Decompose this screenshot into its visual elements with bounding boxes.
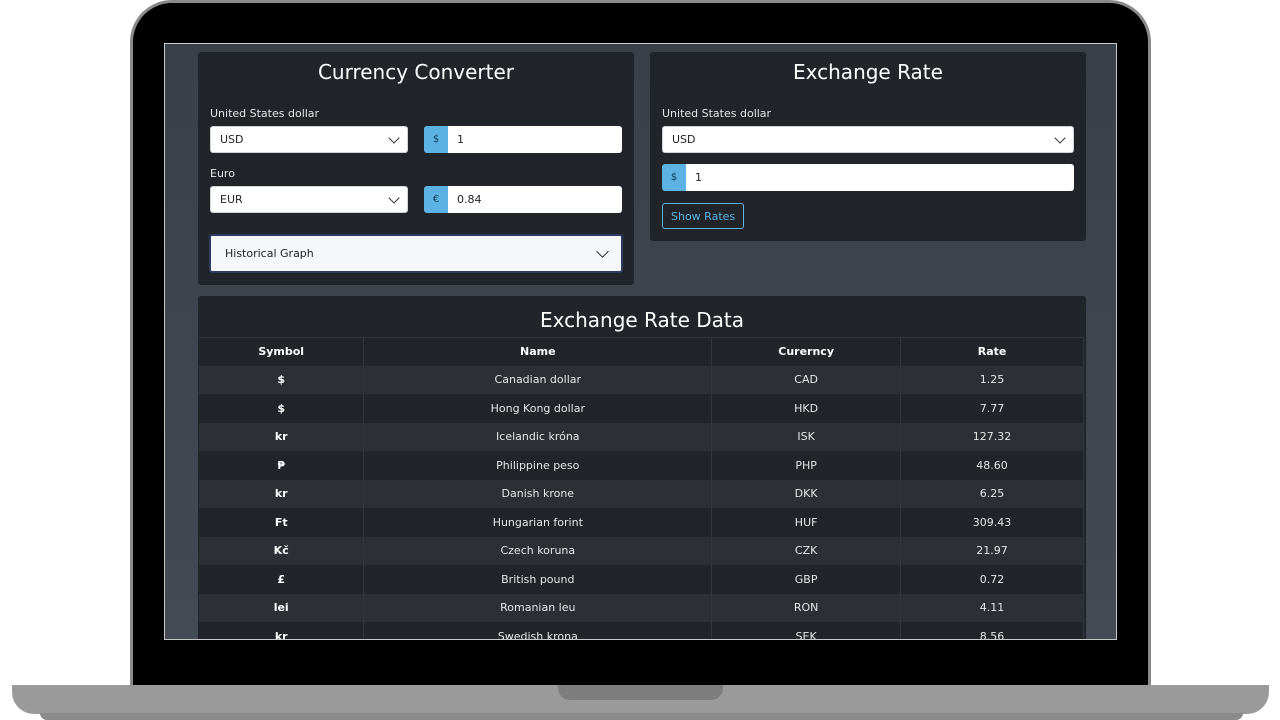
cell-currency: SEK <box>711 622 902 639</box>
show-rates-button[interactable]: Show Rates <box>662 203 745 229</box>
dollar-symbol-addon: $ <box>424 126 448 153</box>
cell-name: British pound <box>363 565 713 594</box>
chevron-down-icon <box>388 131 400 144</box>
cell-rate: 6.25 <box>900 479 1084 508</box>
from-currency-value: USD <box>220 133 244 146</box>
from-currency-select[interactable]: USD <box>210 126 408 153</box>
from-amount-input[interactable]: 1 <box>448 126 622 153</box>
cell-currency: RON <box>711 593 902 622</box>
cell-rate: 7.77 <box>900 394 1084 423</box>
from-currency-label: United States dollar <box>210 107 320 120</box>
to-currency-label: Euro <box>210 167 235 180</box>
base-currency-select[interactable]: USD <box>662 126 1074 153</box>
cell-symbol: kr <box>199 622 365 639</box>
cell-rate: 1.25 <box>900 365 1084 394</box>
cell-symbol: $ <box>199 394 365 423</box>
table-row: kr Swedish krona SEK 8.56 <box>199 622 1084 639</box>
table-row: £ British pound GBP 0.72 <box>199 565 1084 594</box>
cell-rate: 0.72 <box>900 565 1084 594</box>
cell-name: Czech koruna <box>363 536 713 565</box>
to-currency-select[interactable]: EUR <box>210 186 408 213</box>
euro-symbol-addon: € <box>424 186 448 213</box>
cell-symbol: kr <box>199 479 365 508</box>
chevron-down-icon <box>596 245 609 258</box>
cell-rate: 21.97 <box>900 536 1084 565</box>
cell-name: Hong Kong dollar <box>363 394 713 423</box>
table-row: kr Icelandic króna ISK 127.32 <box>199 422 1084 451</box>
laptop-notch <box>558 685 723 700</box>
cell-symbol: $ <box>199 365 365 394</box>
header-rate: Rate <box>900 337 1084 366</box>
cell-symbol: ₱ <box>199 451 365 480</box>
base-currency-label: United States dollar <box>662 107 772 120</box>
table-header-row: Symbol Name Curerncy Rate <box>199 337 1084 366</box>
cell-symbol: Ft <box>199 508 365 537</box>
cell-rate: 309.43 <box>900 508 1084 537</box>
cell-currency: CZK <box>711 536 902 565</box>
cell-name: Danish krone <box>363 479 713 508</box>
header-currency: Curerncy <box>711 337 902 366</box>
cell-rate: 4.11 <box>900 593 1084 622</box>
table-row: kr Danish krone DKK 6.25 <box>199 479 1084 508</box>
cell-currency: HKD <box>711 394 902 423</box>
cell-rate: 127.32 <box>900 422 1084 451</box>
from-amount-group: $ 1 <box>424 126 622 153</box>
exchange-rate-data-title: Exchange Rate Data <box>539 308 745 332</box>
table-row: Ft Hungarian forint HUF 309.43 <box>199 508 1084 537</box>
cell-symbol: £ <box>199 565 365 594</box>
table-row: $ Canadian dollar CAD 1.25 <box>199 365 1084 394</box>
cell-rate: 8.56 <box>900 622 1084 639</box>
base-amount-input[interactable]: 1 <box>686 164 1074 191</box>
to-currency-value: EUR <box>220 193 243 206</box>
currency-converter-card: Currency Converter United States dollar … <box>198 52 634 285</box>
base-currency-value: USD <box>672 133 696 146</box>
historical-graph-accordion[interactable]: Historical Graph <box>209 234 623 273</box>
to-amount-group: € 0.84 <box>424 186 622 213</box>
chevron-down-icon <box>388 191 400 204</box>
base-amount-group: $ 1 <box>662 164 1074 191</box>
table-row: Kč Czech koruna CZK 21.97 <box>199 536 1084 565</box>
table-row: $ Hong Kong dollar HKD 7.77 <box>199 394 1084 423</box>
table-row: lei Romanian leu RON 4.11 <box>199 593 1084 622</box>
laptop-base-lip <box>40 713 1243 720</box>
cell-name: Swedish krona <box>363 622 713 639</box>
cell-name: Hungarian forint <box>363 508 713 537</box>
table-body: $ Canadian dollar CAD 1.25 $ Hong Kong dollar… <box>199 365 1084 639</box>
header-name: Name <box>363 337 713 366</box>
historical-graph-label: Historical Graph <box>225 247 314 260</box>
cell-symbol: lei <box>199 593 365 622</box>
dollar-symbol-addon: $ <box>662 164 686 191</box>
app-screen: Currency Converter United States dollar … <box>164 43 1117 640</box>
exchange-rate-card: Exchange Rate United States dollar USD $… <box>650 52 1086 241</box>
to-amount-input[interactable]: 0.84 <box>448 186 622 213</box>
cell-currency: DKK <box>711 479 902 508</box>
cell-currency: HUF <box>711 508 902 537</box>
cell-currency: PHP <box>711 451 902 480</box>
cell-name: Philippine peso <box>363 451 713 480</box>
cell-symbol: kr <box>199 422 365 451</box>
cell-name: Canadian dollar <box>363 365 713 394</box>
header-symbol: Symbol <box>199 337 365 366</box>
converter-title: Currency Converter <box>317 60 515 84</box>
exchange-rate-table: Symbol Name Curerncy Rate $ Canadian doll… <box>199 337 1084 639</box>
cell-name: Romanian leu <box>363 593 713 622</box>
exchange-rate-title: Exchange Rate <box>793 60 943 84</box>
table-row: ₱ Philippine peso PHP 48.60 <box>199 451 1084 480</box>
cell-rate: 48.60 <box>900 451 1084 480</box>
cell-name: Icelandic króna <box>363 422 713 451</box>
cell-symbol: Kč <box>199 536 365 565</box>
cell-currency: CAD <box>711 365 902 394</box>
cell-currency: ISK <box>711 422 902 451</box>
chevron-down-icon <box>1054 131 1066 144</box>
cell-currency: GBP <box>711 565 902 594</box>
